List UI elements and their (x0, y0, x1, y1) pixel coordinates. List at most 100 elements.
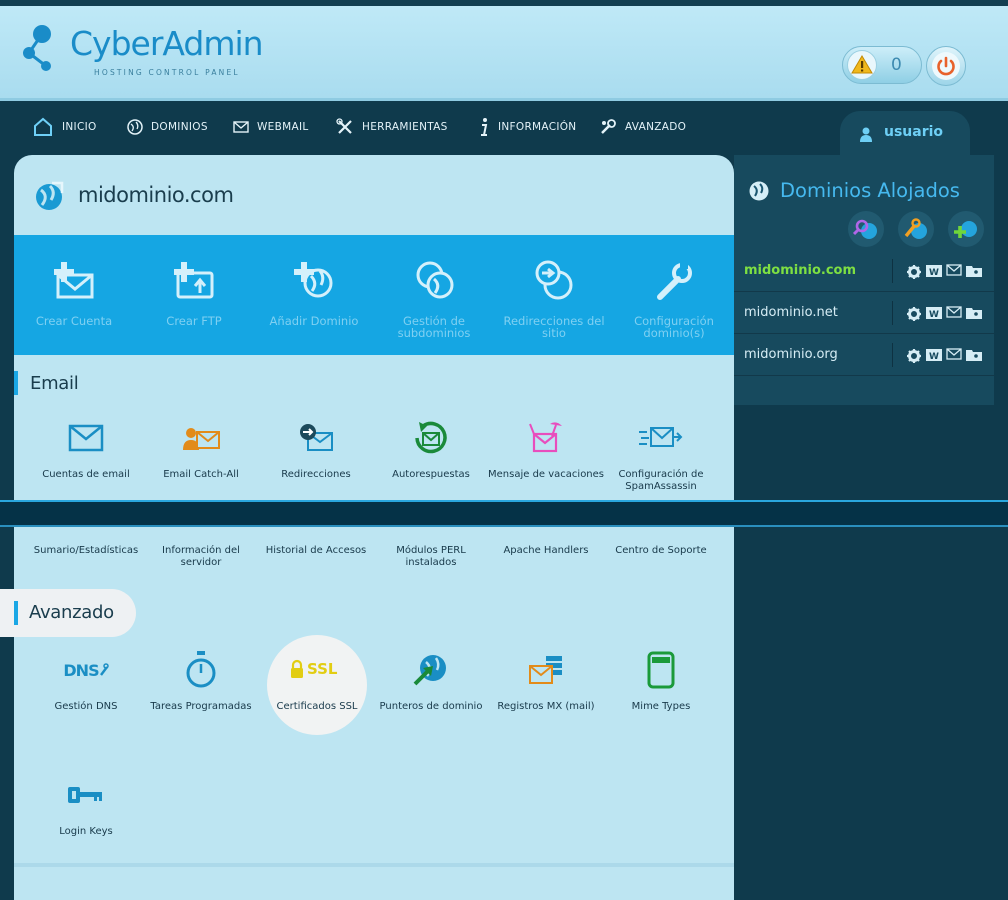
nav-item-inicio[interactable]: INICIO (32, 115, 97, 139)
add-mail-icon (54, 262, 94, 299)
logout-button[interactable] (926, 46, 966, 86)
item-label: Punteros de dominio (379, 701, 483, 712)
ssl-lock-icon: SSL (289, 657, 345, 681)
gear-icon[interactable] (906, 264, 922, 280)
gear-icon[interactable] (906, 306, 922, 322)
item-label: Gestión DNS (54, 701, 118, 712)
wrench-icon (657, 261, 692, 300)
nav-item-label: WEBMAIL (257, 121, 309, 133)
globe-icon (127, 119, 143, 135)
main-panel: midominio.com Crear Cuenta Crear FTP Aña… (14, 155, 734, 900)
domain-actions: W (906, 306, 982, 322)
config-domain-button[interactable] (898, 211, 934, 247)
envelope-icon[interactable] (946, 306, 962, 318)
domain-actions: W (906, 348, 982, 364)
alerts-button[interactable]: 0 (842, 46, 922, 84)
email-item-catch-all[interactable]: Email Catch-All (143, 417, 259, 481)
add-globe-icon (954, 221, 977, 238)
autoresponder-icon (415, 421, 447, 454)
quick-action-crear-cuenta[interactable]: Crear Cuenta (14, 259, 134, 327)
user-name: usuario (884, 124, 944, 140)
wordpress-icon[interactable]: W (926, 348, 942, 362)
email-item-autorespuestas[interactable]: Autorespuestas (373, 417, 489, 481)
wordpress-icon[interactable]: W (926, 306, 942, 320)
gear-icon[interactable] (906, 348, 922, 364)
domain-globe-icon (36, 181, 64, 210)
advanced-item-login-keys[interactable]: Login Keys (28, 774, 144, 838)
nav-item-herramientas[interactable]: HERRAMIENTAS (336, 115, 448, 139)
domain-row[interactable]: midominio.com W (734, 251, 994, 292)
quick-action-redirecciones[interactable]: Redirecciones del sitio (494, 259, 614, 339)
item-label: Registros MX (mail) (497, 701, 595, 712)
add-domain-button[interactable] (948, 211, 984, 247)
domain-row[interactable]: midominio.org W (734, 335, 994, 376)
section-marker (14, 601, 18, 625)
item-label: Autorespuestas (392, 469, 470, 480)
search-globe-icon (852, 219, 877, 239)
email-item-spamassassin[interactable]: Configuración de SpamAssassin (603, 417, 719, 493)
item-label: Información del servidor (162, 545, 240, 568)
nav-item-informacion[interactable]: INFORMACIÓN (478, 115, 576, 139)
envelope-icon (68, 424, 104, 452)
email-item-cuentas[interactable]: Cuentas de email (28, 417, 144, 481)
user-menu[interactable]: usuario (840, 111, 970, 157)
folder-user-icon[interactable] (966, 306, 982, 320)
quick-action-crear-ftp[interactable]: Crear FTP (134, 259, 254, 327)
search-domain-button[interactable] (848, 211, 884, 247)
svg-text:W: W (929, 310, 939, 320)
globe-icon (749, 181, 769, 201)
advanced-item-mime[interactable]: Mime Types (603, 649, 719, 713)
wrench-globe-icon (904, 218, 927, 239)
nav-item-avanzado[interactable]: AVANZADO (599, 115, 686, 139)
advanced-item-tareas[interactable]: Tareas Programadas (143, 649, 259, 713)
domain-name[interactable]: midominio.com (744, 263, 856, 278)
info-icon (481, 118, 488, 136)
advanced-item-punteros[interactable]: Punteros de dominio (373, 649, 489, 713)
item-label: Configuración de SpamAssassin (618, 469, 704, 492)
item-label: Redirecciones (281, 469, 351, 480)
overlay-bar (0, 500, 1008, 527)
logo[interactable]: CyberAdmin HOSTING CONTROL PANEL (22, 22, 264, 86)
divider (14, 863, 734, 867)
logo-mark-icon (23, 25, 51, 71)
folder-user-icon[interactable] (966, 264, 982, 278)
item-label: Sumario/Estadísticas (33, 545, 139, 556)
nav-item-webmail[interactable]: WEBMAIL (233, 115, 309, 139)
panel-title: Dominios Alojados (780, 179, 960, 202)
wordpress-icon[interactable]: W (926, 264, 942, 278)
advanced-item-ssl[interactable]: SSL Certificados SSL (267, 635, 367, 735)
email-item-redirecciones[interactable]: Redirecciones (258, 417, 374, 481)
logo-subtitle: HOSTING CONTROL PANEL (94, 68, 240, 77)
domain-name[interactable]: midominio.org (744, 347, 838, 362)
globe-group-icon (416, 261, 454, 299)
quick-action-subdominios[interactable]: Gestión de subdominios (374, 259, 494, 339)
advanced-item-mx[interactable]: Registros MX (mail) (488, 649, 604, 713)
key-icon (68, 787, 102, 803)
warning-icon (847, 50, 877, 80)
nav-item-label: HERRAMIENTAS (362, 121, 448, 133)
tools-icon (336, 118, 352, 134)
item-label: Centro de Soporte (615, 545, 707, 556)
email-item-vacaciones[interactable]: Mensaje de vacaciones (488, 417, 604, 481)
spam-icon (639, 427, 683, 447)
divider (892, 259, 893, 283)
advanced-item-dns[interactable]: DNS Gestión DNS (28, 649, 144, 713)
domain-row[interactable]: midominio.net W (734, 293, 994, 334)
section-tab-avanzado[interactable]: Avanzado (0, 589, 136, 637)
envelope-icon[interactable] (946, 348, 962, 360)
quick-action-configuracion[interactable]: Configuración dominio(s) (614, 259, 734, 339)
home-icon (34, 117, 52, 136)
alert-count: 0 (891, 55, 902, 75)
nav-item-dominios[interactable]: DOMINIOS (127, 115, 208, 139)
quick-action-label: Crear FTP (166, 314, 222, 328)
divider (892, 301, 893, 325)
item-label: Apache Handlers (503, 545, 589, 556)
quick-action-anadir-dominio[interactable]: Añadir Dominio (254, 259, 374, 327)
envelope-icon[interactable] (946, 264, 962, 276)
quick-action-label: Añadir Dominio (269, 314, 359, 328)
folder-user-icon[interactable] (966, 348, 982, 362)
domain-name[interactable]: midominio.net (744, 305, 838, 320)
logo-text: CyberAdmin (70, 24, 264, 63)
item-label: Módulos PERL instalados (396, 545, 466, 568)
section-marker (14, 371, 18, 395)
